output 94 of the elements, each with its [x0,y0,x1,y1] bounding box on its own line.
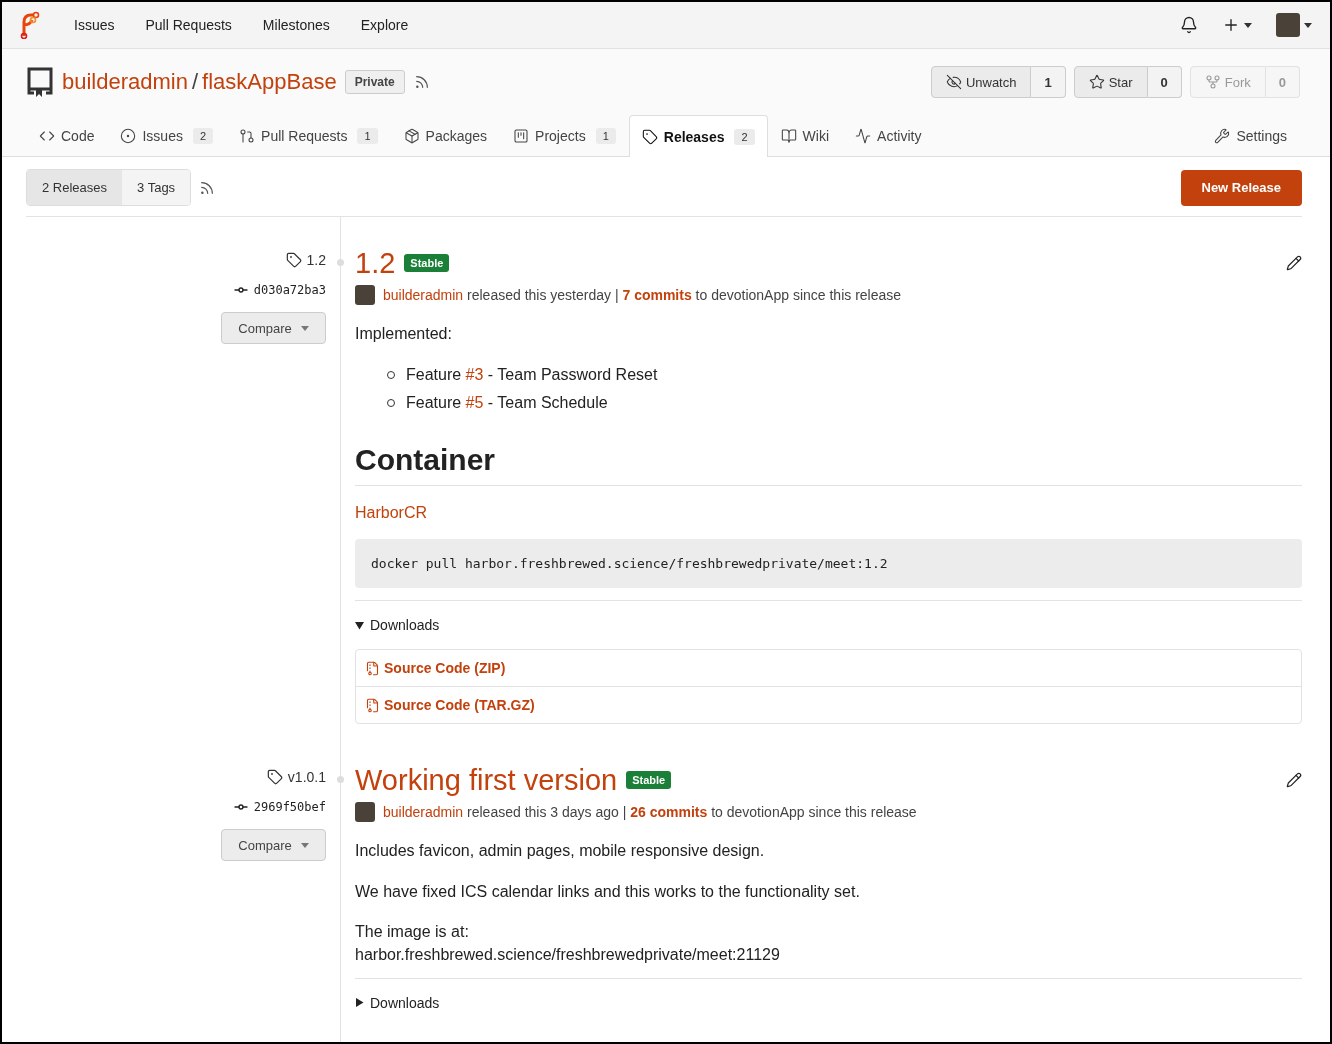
plus-icon [1222,16,1240,34]
compare-button[interactable]: Compare [221,312,326,344]
release-paragraph: The image is at: harbor.freshbrewed.science/freshbrewedprivate/meet:21129 [355,922,781,965]
author-link[interactable]: builderadmin [383,287,464,303]
star-icon [1088,74,1105,90]
tag-label[interactable]: 1.2 [285,249,326,271]
path-separator: / [191,69,199,95]
filter-tab[interactable]: 3 Tags [122,170,191,205]
repo-tab[interactable]: Pull Requests 1 [226,115,391,156]
filter-tab[interactable]: 2 Releases [27,170,123,205]
release-paragraph: Implemented: [355,324,453,344]
stable-badge: Stable [626,771,672,790]
nav-link[interactable]: Issues [74,17,115,33]
owner-link[interactable]: builderadmin [62,69,188,95]
eye-slash-icon [945,74,962,90]
new-release-button[interactable]: New Release [1180,169,1302,206]
star-button[interactable]: Star [1073,66,1148,98]
avatar [1276,13,1300,37]
triangle-down-icon [355,620,364,630]
caret-icon [300,325,309,331]
downloads-toggle[interactable]: Downloads [355,994,1302,1011]
repo-tab[interactable]: Issues 2 [107,115,227,156]
release-title[interactable]: 1.2 [355,245,396,281]
package-icon [403,128,420,144]
commit-hash[interactable]: 2969f50bef [232,799,326,816]
code-block: docker pull harbor.freshbrewed.science/freshbrewedprivate/meet:1.2 [355,539,1302,589]
nav-link[interactable]: Pull Requests [145,17,232,33]
avatar [355,802,375,823]
release-paragraph: Includes favicon, admin pages, mobile responsive design. [355,841,766,862]
download-link[interactable]: Source Code (TAR.GZ) [356,686,1301,724]
star-count[interactable]: 0 [1147,66,1182,98]
fork-icon [1204,74,1221,90]
watch-button[interactable]: Unwatch [930,66,1032,98]
archive-file-icon [365,697,380,713]
issue-link[interactable]: #5 [465,394,484,412]
compare-button[interactable]: Compare [221,829,326,862]
feature-item: Feature #5 - Team Schedule [406,394,608,413]
caret-icon [1304,22,1312,28]
repo-tab[interactable]: Projects 1 [500,115,629,156]
logo-icon[interactable] [18,11,40,39]
settings-tab[interactable]: Settings [1201,115,1300,156]
wrench-icon [1214,128,1231,144]
release-meta: builderadmin released this 3 days ago | 26 commits to devotionApp since this release [383,804,917,821]
create-menu[interactable] [1222,16,1252,34]
triangle-right-icon [355,998,364,1008]
count-badge: 1 [357,128,378,144]
author-link[interactable]: builderadmin [383,804,464,821]
book-icon [780,128,797,144]
caret-icon [1244,22,1252,28]
nav-link[interactable]: Milestones [262,17,330,33]
user-menu[interactable] [1276,13,1312,37]
release-title[interactable]: Working first version [355,762,618,799]
repo-tab[interactable]: Releases 2 [628,115,768,157]
pull-request-icon [239,128,256,144]
edit-icon[interactable] [1286,255,1302,271]
issue-link[interactable]: #3 [465,366,484,384]
code-icon [39,128,55,144]
release-paragraph: We have fixed ICS calendar links and this works to the functionality set. [355,881,861,902]
notification-icon[interactable] [1180,16,1198,34]
registry-link[interactable]: HarborCR [355,504,427,523]
rss-icon[interactable] [413,74,430,90]
repo-tab[interactable]: Wiki [767,115,843,156]
feature-item: Feature #3 - Team Password Reset [406,366,658,385]
caret-icon [300,842,309,848]
count-badge: 2 [192,128,214,144]
repo-tab[interactable]: Packages [390,115,501,156]
repo-icon [26,66,54,98]
repo-tab[interactable]: Activity [842,115,935,156]
edit-icon[interactable] [1286,772,1302,789]
commit-hash[interactable]: d030a72ba3 [232,282,326,298]
downloads-toggle[interactable]: Downloads [355,617,1302,634]
activity-icon [855,128,872,144]
release-meta: builderadmin released this yesterday | 7 commits to devotionApp since this release [383,287,902,303]
stable-badge: Stable [404,254,450,272]
section-heading: Container [355,443,1302,487]
project-board-icon [513,128,530,144]
tag-icon [266,769,283,786]
avatar [355,285,375,305]
issue-icon [120,128,137,144]
tag-icon [641,128,658,145]
commits-link[interactable]: 7 commits [622,287,692,303]
repo-name-link[interactable]: flaskAppBase [202,69,337,95]
tag-icon [285,252,302,268]
watch-count[interactable]: 1 [1031,66,1066,98]
nav-link[interactable]: Explore [360,17,409,33]
visibility-badge: Private [344,70,405,94]
count-badge: 2 [734,128,755,145]
commits-link[interactable]: 26 commits [630,804,708,821]
tag-label[interactable]: v1.0.1 [266,766,326,789]
repo-tab[interactable]: Code [26,115,108,156]
count-badge: 1 [595,128,616,144]
rss-icon[interactable] [199,179,216,196]
download-link[interactable]: Source Code (ZIP) [356,650,1301,687]
archive-file-icon [365,660,380,676]
